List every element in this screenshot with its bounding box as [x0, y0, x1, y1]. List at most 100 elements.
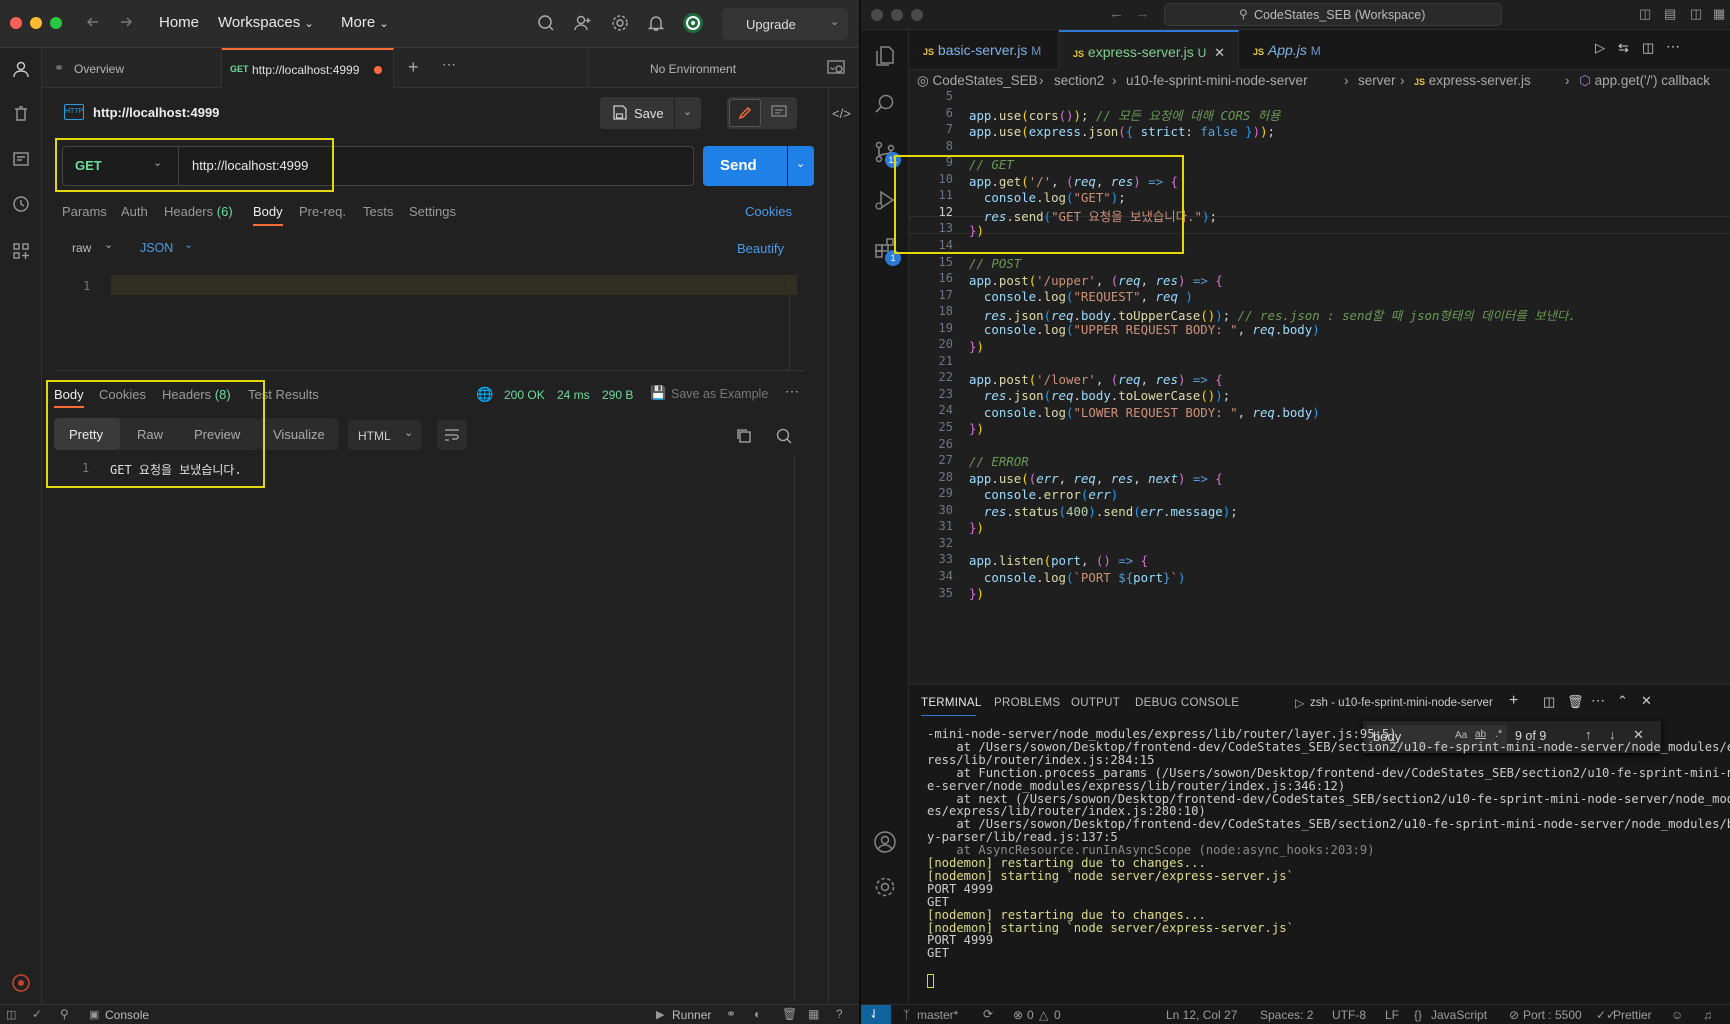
nav-home[interactable]: Home [159, 14, 199, 31]
minimize-window-button[interactable] [891, 9, 903, 21]
account-icon[interactable] [873, 830, 897, 854]
response-format-select[interactable]: HTML ⌄ [348, 420, 422, 450]
more-actions-icon[interactable]: ⋯ [1591, 692, 1605, 709]
nav-more[interactable]: More ⌄ [341, 14, 389, 31]
gear-icon[interactable] [611, 14, 629, 32]
back-arrow-icon[interactable] [85, 14, 101, 30]
tab-pre-request[interactable]: Pre-req. [299, 204, 346, 219]
forward-arrow-icon[interactable] [118, 14, 134, 30]
language-mode[interactable]: JavaScript [1431, 1008, 1487, 1022]
encoding[interactable]: UTF-8 [1332, 1008, 1366, 1022]
response-time[interactable]: 24 ms [557, 388, 590, 402]
tab-body[interactable]: Body [253, 204, 283, 219]
warning-count[interactable]: 0 [1054, 1008, 1061, 1022]
close-panel-icon[interactable]: ✕ [1641, 693, 1652, 709]
status-code[interactable]: 200 OK [504, 388, 545, 402]
find-icon[interactable]: ⚲ [60, 1007, 69, 1021]
new-tab-plus-icon[interactable]: + [408, 57, 419, 78]
send-dropdown-button[interactable]: ⌄ [788, 146, 814, 186]
tab-basic-server[interactable]: JS basic-server.js M [909, 30, 1059, 70]
search-icon[interactable] [537, 14, 555, 32]
close-window-button[interactable] [10, 17, 22, 29]
live-server-port[interactable]: Port : 5500 [1523, 1008, 1582, 1022]
tab-headers[interactable]: Headers (6) [164, 204, 233, 219]
compare-changes-icon[interactable]: ⇆ [1618, 40, 1629, 56]
view-visualize[interactable]: Visualize [258, 418, 338, 450]
split-editor-icon[interactable]: ◫ [1642, 40, 1654, 56]
runner-button[interactable]: Runner [672, 1008, 711, 1022]
end-of-line[interactable]: LF [1385, 1008, 1399, 1022]
invite-user-icon[interactable] [574, 14, 592, 32]
search-response-icon[interactable] [776, 428, 792, 444]
match-word-icon[interactable]: ab [1475, 729, 1486, 740]
tab-tests[interactable]: Tests [363, 204, 393, 219]
code-editor[interactable]: 5 6 7 8 9 10 11 12 13 14 15 16 17 18 19 20 21 22 23 24 25 26 2… [894, 89, 1730, 682]
tab-output[interactable]: OUTPUT [1071, 697, 1120, 709]
save-button[interactable]: Save [600, 97, 674, 129]
trash-icon[interactable] [12, 105, 30, 123]
response-size[interactable]: 290 B [602, 388, 633, 402]
breadcrumb-file[interactable]: JS express-server.js [1414, 73, 1531, 88]
gear-icon[interactable] [873, 875, 897, 899]
new-terminal-plus-icon[interactable]: + [1509, 692, 1518, 710]
run-icon[interactable]: ▷ [1595, 40, 1605, 56]
explorer-icon[interactable] [873, 44, 897, 68]
cursor-position[interactable]: Ln 12, Col 27 [1166, 1008, 1237, 1022]
notifications-bell-icon[interactable]: ♫ [1703, 1008, 1712, 1022]
breadcrumb-symbol[interactable]: ⬡ app.get('/') callback [1579, 73, 1710, 89]
globe-icon[interactable]: 🌐 [476, 386, 493, 403]
more-actions-icon[interactable]: ⋯ [1666, 38, 1680, 55]
command-center-search[interactable]: ⚲ CodeStates_SEB (Workspace) [1164, 3, 1502, 26]
maximize-window-button[interactable] [911, 9, 923, 21]
terminal-name[interactable]: zsh - u10-fe-sprint-mini-node-server [1310, 697, 1493, 709]
error-count[interactable]: 0 [1027, 1008, 1034, 1022]
split-terminal-icon[interactable]: ◫ [1543, 694, 1555, 710]
tab-params[interactable]: Params [62, 204, 107, 219]
feedback-icon[interactable]: ☺ [1671, 1008, 1683, 1022]
user-icon[interactable] [12, 60, 30, 78]
tab-overview[interactable]: ⚭ Overview [42, 48, 222, 88]
avatar[interactable] [682, 12, 704, 34]
trash-icon[interactable]: 🗑 [1567, 694, 1584, 710]
more-options-icon[interactable]: ⋯ [785, 383, 799, 400]
beautify-link[interactable]: Beautify [737, 241, 784, 256]
online-status-icon[interactable]: ✓ [32, 1007, 42, 1021]
close-window-button[interactable] [871, 9, 883, 21]
cookie-icon[interactable]: ◐ [754, 1007, 761, 1021]
proxy-icon[interactable]: ⚭ [726, 1007, 736, 1021]
edit-pencil-icon[interactable] [729, 99, 761, 127]
maximize-window-button[interactable] [50, 17, 62, 29]
tab-express-server[interactable]: JS express-server.js U ✕ [1059, 30, 1239, 70]
upgrade-button[interactable]: Upgrade ⌄ [722, 8, 848, 40]
body-mode-select[interactable]: raw ⌄ [62, 232, 124, 262]
breadcrumb-section2[interactable]: section2 [1054, 73, 1104, 88]
collections-icon[interactable] [12, 150, 30, 168]
code-snippet-icon[interactable]: </> [832, 106, 851, 121]
response-scrollbar[interactable] [794, 456, 795, 1002]
history-icon[interactable] [12, 195, 30, 213]
toggle-panel-icon[interactable]: ▤ [1664, 6, 1676, 22]
wrap-lines-icon[interactable] [437, 420, 467, 450]
branch-name[interactable]: master* [917, 1008, 958, 1022]
tab-settings[interactable]: Settings [409, 204, 456, 219]
editor-scrollbar[interactable] [789, 275, 801, 371]
prettier-status[interactable]: Prettier [1613, 1008, 1652, 1022]
nav-workspaces[interactable]: Workspaces ⌄ [218, 14, 314, 31]
layout-icon[interactable]: ▦ [808, 1007, 819, 1021]
save-as-example-button[interactable]: Save as Example [671, 387, 768, 401]
trash-status-icon[interactable]: 🗑 [782, 1007, 797, 1021]
more-tabs-icon[interactable]: ⋯ [442, 56, 456, 73]
request-title[interactable]: http://localhost:4999 [93, 105, 219, 120]
tab-debug-console[interactable]: DEBUG CONSOLE [1135, 697, 1239, 709]
toggle-secondary-sidebar-icon[interactable]: ◫ [1690, 6, 1702, 22]
minimize-window-button[interactable] [30, 17, 42, 29]
apps-icon[interactable] [12, 242, 30, 260]
indentation[interactable]: Spaces: 2 [1260, 1008, 1313, 1022]
environment-quick-look-icon[interactable] [827, 60, 845, 76]
regex-icon[interactable]: .* [1495, 728, 1502, 740]
comment-icon[interactable] [771, 105, 787, 119]
save-dropdown-button[interactable]: ⌄ [675, 97, 701, 129]
request-body-editor[interactable]: 1 [55, 275, 805, 371]
record-icon[interactable] [11, 973, 31, 993]
cookies-link[interactable]: Cookies [745, 204, 792, 219]
